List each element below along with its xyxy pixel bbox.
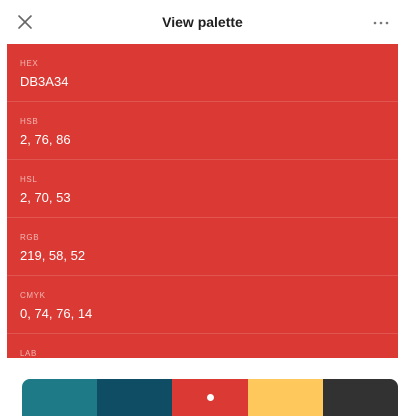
hex-label: HEX — [20, 59, 39, 68]
palette-swatch[interactable] — [247, 379, 323, 416]
selected-indicator-dot — [206, 394, 214, 401]
cmyk-value: 0, 74, 76, 14 — [20, 306, 93, 321]
hsl-field[interactable]: HSL 2, 70, 53 — [7, 160, 398, 218]
cmyk-label: CMYK — [20, 291, 46, 300]
hsl-value: 2, 70, 53 — [20, 190, 71, 205]
more-horizontal-icon — [373, 21, 389, 25]
palette-swatches — [22, 379, 398, 416]
more-button[interactable] — [369, 14, 393, 30]
hsb-value: 2, 76, 86 — [20, 132, 71, 147]
lab-field[interactable]: LAB — [7, 334, 398, 358]
hsb-label: HSB — [20, 117, 39, 126]
palette-swatch[interactable] — [97, 379, 173, 416]
rgb-label: RGB — [20, 233, 40, 242]
palette-swatch[interactable] — [322, 379, 398, 416]
cmyk-field[interactable]: CMYK 0, 74, 76, 14 — [7, 276, 398, 334]
palette-swatch[interactable] — [22, 379, 98, 416]
color-detail-panel: HEX DB3A34 HSB 2, 76, 86 HSL 2, 70, 53 R… — [7, 44, 398, 358]
view-palette-screen: View palette HEX DB3A34 HSB 2, 76, 86 HS… — [0, 0, 405, 416]
hsl-label: HSL — [20, 175, 38, 184]
lab-label: LAB — [20, 349, 37, 358]
hsb-field[interactable]: HSB 2, 76, 86 — [7, 102, 398, 160]
hex-field[interactable]: HEX DB3A34 — [7, 44, 398, 102]
rgb-value: 219, 58, 52 — [20, 248, 86, 263]
rgb-field[interactable]: RGB 219, 58, 52 — [7, 218, 398, 276]
page-title: View palette — [162, 14, 243, 30]
palette-swatch-selected[interactable] — [172, 379, 248, 416]
hex-value: DB3A34 — [20, 74, 69, 89]
header: View palette — [0, 0, 405, 44]
